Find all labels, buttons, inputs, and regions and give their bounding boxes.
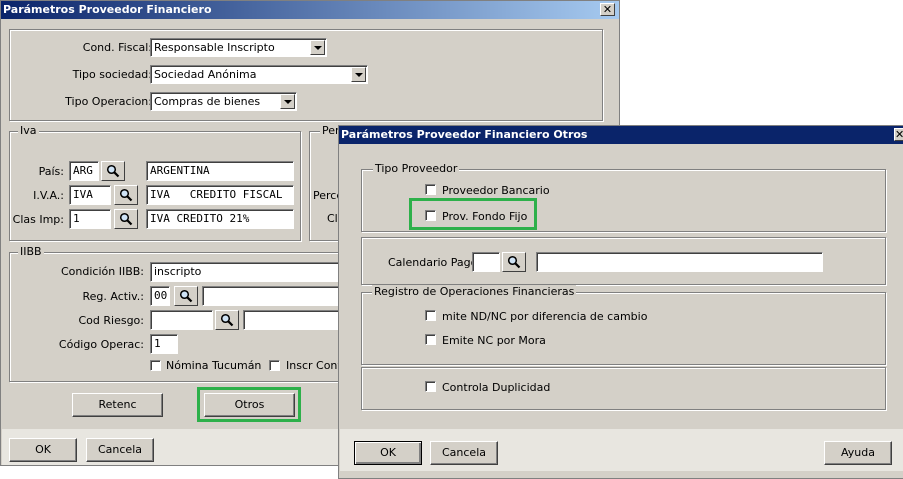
calendario-pago-label: Calendario Pago: [388,256,482,269]
iva-code-input[interactable]: IVA [69,185,111,205]
registro-group: Registro de Operaciones Financieras mite… [361,285,886,365]
search-icon [106,164,120,178]
tipo-operacion-value: Compras de bienes [154,95,261,108]
otros-ayuda-button[interactable]: Ayuda [824,441,892,465]
search-icon [507,255,521,269]
otros-ok-button[interactable]: OK [354,441,422,465]
tipo-proveedor-title: Tipo Proveedor [373,162,460,175]
tipo-operacion-select[interactable]: Compras de bienes [150,92,297,111]
fondo-fijo-highlight [409,198,537,230]
iibb-group-title: IIBB [18,245,44,258]
clas-imp-code-input[interactable]: 1 [69,209,111,229]
emite-nd-nc-checkbox[interactable] [425,310,436,321]
main-cancela-button[interactable]: Cancela [86,438,154,462]
controla-duplicidad-checkbox[interactable] [425,381,436,392]
emite-nc-mora-checkbox[interactable] [425,334,436,345]
pais-search-button[interactable] [101,161,125,181]
chevron-down-icon[interactable] [280,94,295,109]
inscr-conv-label: Inscr Conv [286,359,344,372]
codigo-operac-input[interactable]: 1 [150,334,178,354]
pais-label: País: [38,165,64,178]
calendario-desc-input[interactable] [536,252,823,272]
codigo-operac-label: Código Operac: [58,338,144,351]
condicion-iibb-input[interactable]: inscripto [150,262,350,282]
reg-activ-desc-input[interactable] [202,286,350,306]
inscr-conv-checkbox[interactable] [269,360,280,371]
nomina-tucuman-label: Nómina Tucumán [166,359,262,372]
otros-close-icon[interactable]: ✕ [894,128,903,141]
search-icon [179,289,193,303]
emite-nd-nc-label: mite ND/NC por diferencia de cambio [442,310,648,323]
iva-search-button[interactable] [114,185,138,205]
otros-cancela-button[interactable]: Cancela [430,441,498,465]
reg-activ-label: Reg. Activ.: [82,290,145,303]
chevron-down-icon[interactable] [351,67,366,82]
chevron-down-icon[interactable] [310,40,325,55]
controla-duplicidad-label: Controla Duplicidad [442,381,551,394]
otros-titlebar[interactable]: Parámetros Proveedor Financiero Otros [339,126,903,144]
otros-title: Parámetros Proveedor Financiero Otros [341,128,588,141]
cond-fiscal-value: Responsable Inscripto [154,41,275,54]
reg-activ-code-input[interactable]: 00 [150,286,170,306]
cod-riesgo-search-button[interactable] [215,310,239,330]
calendario-group: Calendario Pago: [361,237,886,285]
iva-group-title: Iva [18,124,39,137]
nomina-tucuman-checkbox[interactable] [150,360,161,371]
otros-footer [340,429,903,471]
cond-fiscal-label: Cond. Fiscal: [82,41,152,54]
iva-label: I.V.A.: [33,189,64,202]
percepcion-cl-label: Cl [327,212,338,225]
calendario-search-button[interactable] [502,252,526,272]
otros-dialog: Parámetros Proveedor Financiero Otros ✕ … [338,125,903,479]
pais-code-input[interactable]: ARG [69,161,99,181]
controla-group: Controla Duplicidad [361,367,886,410]
search-icon [119,188,133,202]
otros-highlight [197,387,301,422]
tipo-sociedad-select[interactable]: Sociedad Anónima [150,65,368,84]
clas-imp-label: Clas Imp: [12,213,64,226]
proveedor-bancario-checkbox[interactable] [425,184,436,195]
proveedor-bancario-label: Proveedor Bancario [442,184,550,197]
iva-group: Iva País: ARG ARGENTINA I.V.A.: IVA IVA … [9,124,301,241]
iibb-group: IIBB Condición IIBB: inscripto Reg. Acti… [9,245,350,382]
search-icon [119,212,133,226]
calendario-code-input[interactable] [472,252,500,272]
clas-imp-search-button[interactable] [114,209,138,229]
cond-fiscal-select[interactable]: Responsable Inscripto [150,38,327,57]
main-ok-button[interactable]: OK [9,438,77,462]
reg-activ-search-button[interactable] [174,286,198,306]
cod-riesgo-desc-input[interactable] [243,310,350,330]
pais-desc-input[interactable]: ARGENTINA [146,161,294,181]
tipo-sociedad-value: Sociedad Anónima [154,68,257,81]
iva-desc-input[interactable]: IVA CREDITO FISCAL [146,185,294,205]
condicion-iibb-label: Condición IIBB: [60,265,144,278]
emite-nc-mora-label: Emite NC por Mora [442,334,546,347]
main-title: Parámetros Proveedor Financiero [3,3,212,16]
fiscal-group: Cond. Fiscal: Responsable Inscripto Tipo… [9,29,603,121]
cod-riesgo-label: Cod Riesgo: [78,314,144,327]
search-icon [220,313,234,327]
retenc-button[interactable]: Retenc [72,393,163,417]
cod-riesgo-code-input[interactable] [150,310,213,330]
main-titlebar[interactable]: Parámetros Proveedor Financiero [1,1,619,19]
main-close-icon[interactable]: ✕ [600,3,615,16]
tipo-operacion-label: Tipo Operacion: [65,95,152,108]
registro-title: Registro de Operaciones Financieras [372,285,577,298]
tipo-sociedad-label: Tipo sociedad: [72,68,152,81]
clas-imp-desc-input[interactable]: IVA CREDITO 21% [146,209,294,229]
